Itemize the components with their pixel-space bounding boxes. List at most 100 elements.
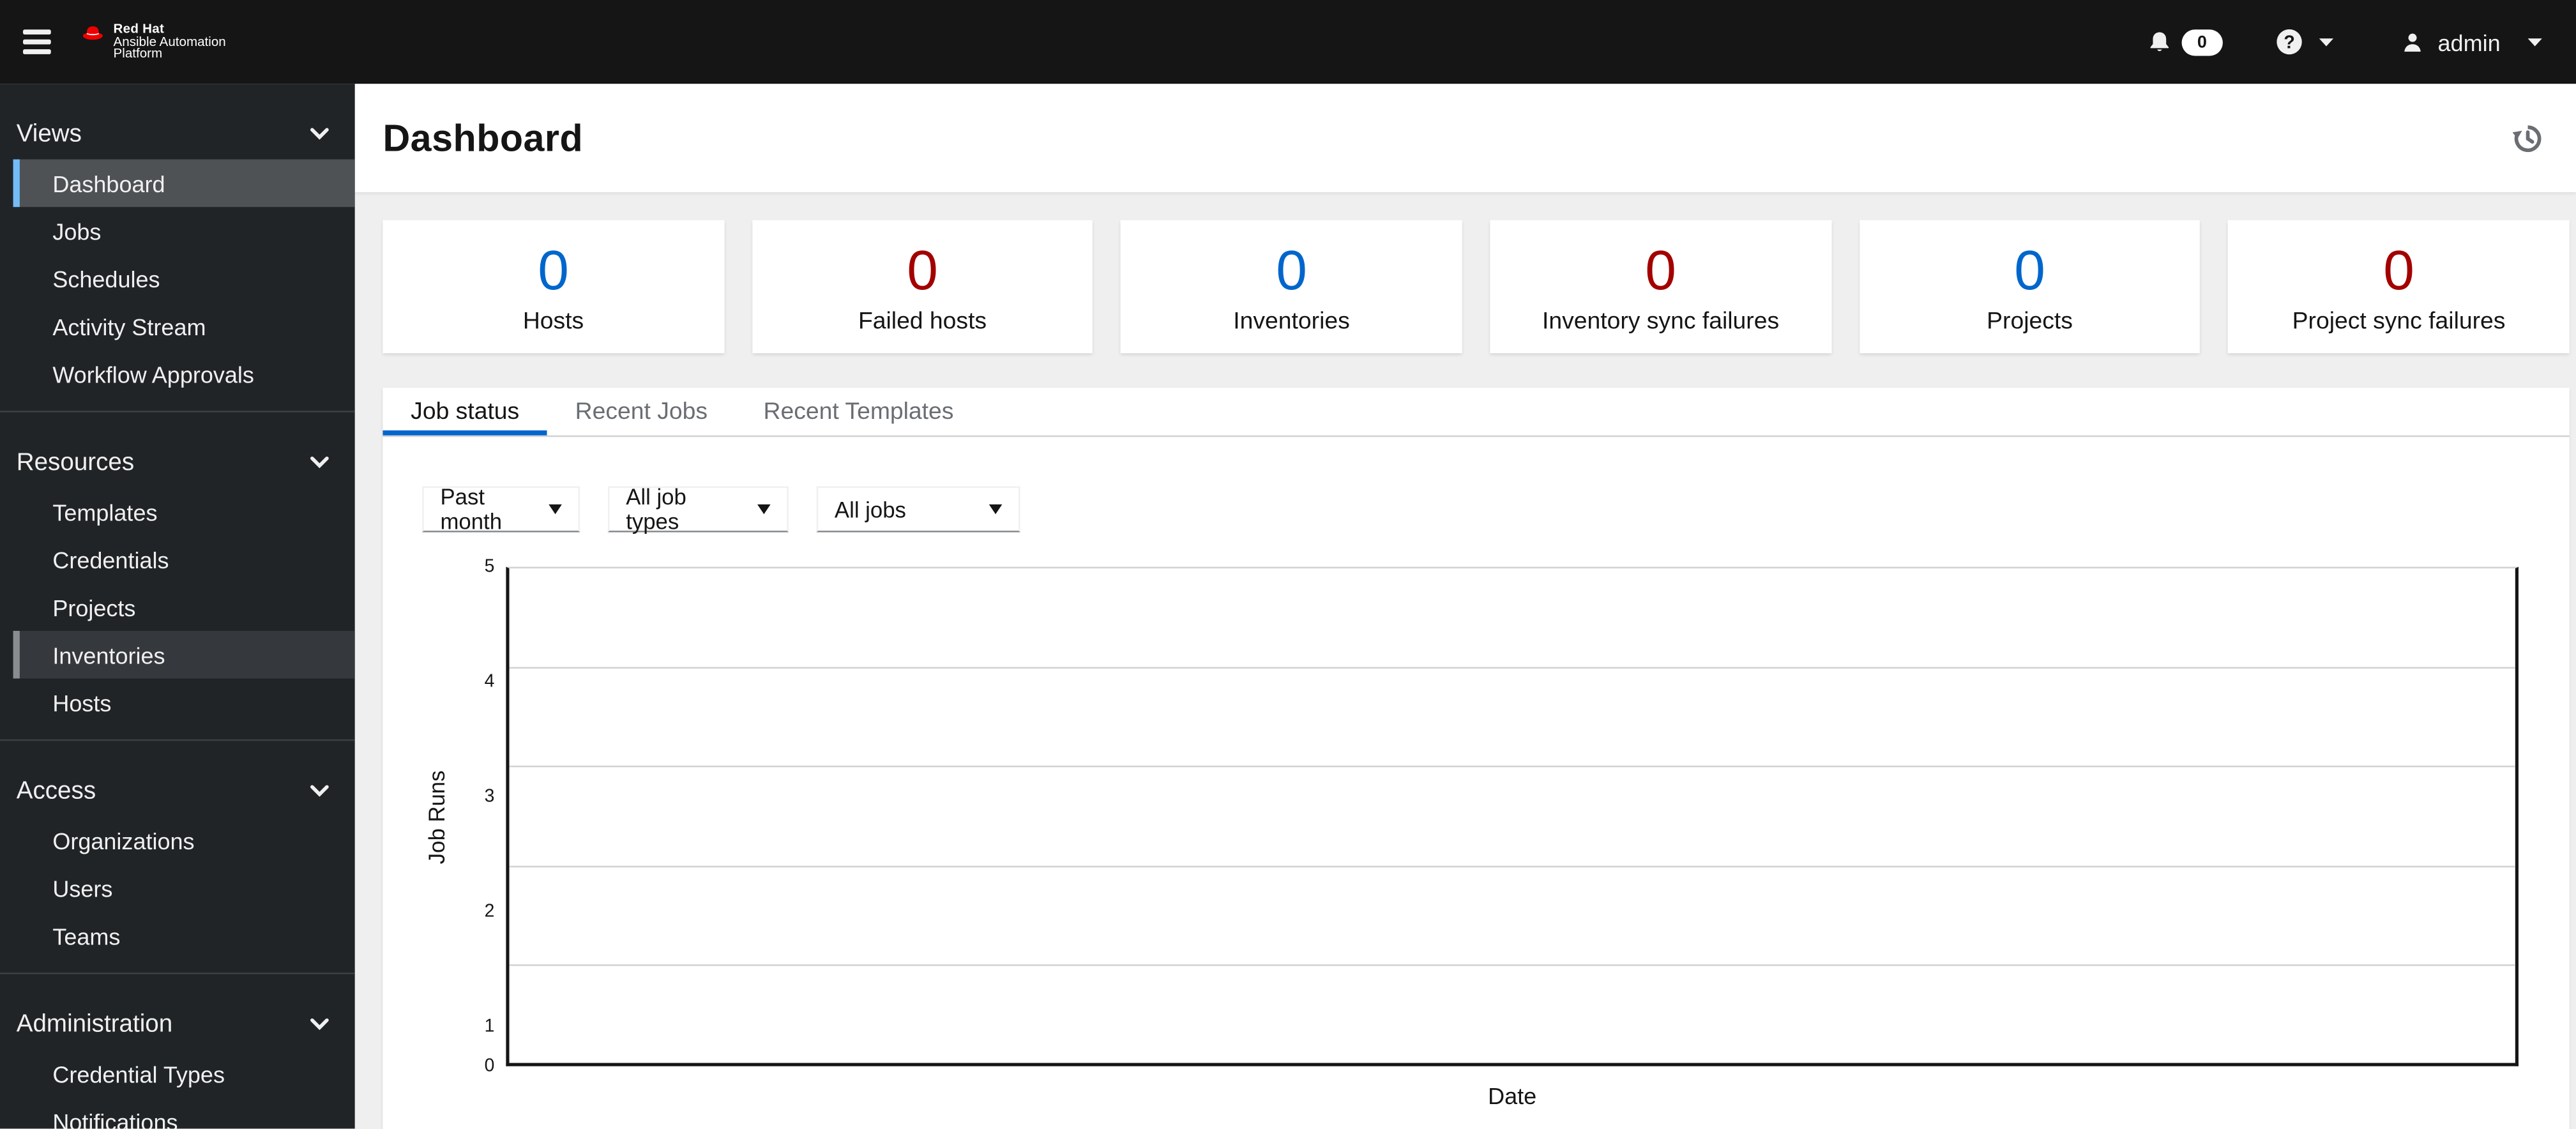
job-status-panel-body: Past month All job types All jobs Job Ru…: [383, 437, 2569, 1129]
gridline: [509, 865, 2515, 867]
stat-card-inventory-sync-failures[interactable]: 0 Inventory sync failures: [1490, 220, 1831, 354]
y-tick-label: 1: [484, 1017, 495, 1037]
nav-section-views-toggle[interactable]: Views: [0, 107, 355, 159]
stat-value[interactable]: 0: [1276, 241, 1307, 301]
sidebar-item-inventories[interactable]: Inventories: [13, 630, 355, 679]
job-runs-chart: Job Runs 5 4 3 2 1 0 Date: [422, 557, 2530, 1129]
app-viewport: Red Hat Ansible Automation Platform 0 ?: [0, 0, 2576, 1129]
sidebar-item-jobs[interactable]: Jobs: [13, 207, 355, 255]
dashboard-graph-panel: Job status Recent Jobs Recent Templates …: [383, 388, 2570, 1129]
stat-label: Inventory sync failures: [1542, 308, 1780, 335]
stat-value[interactable]: 0: [2383, 241, 2414, 301]
page-header: Dashboard: [354, 84, 2576, 193]
nav-toggle-button[interactable]: [3, 12, 69, 72]
y-tick-label: 0: [484, 1056, 495, 1077]
sidebar-item-teams[interactable]: Teams: [13, 912, 355, 960]
period-select[interactable]: Past month: [422, 484, 580, 534]
brand-name: Red Hat: [113, 20, 165, 36]
job-type-select-value: All job types: [626, 484, 686, 534]
stat-label: Project sync failures: [2292, 308, 2506, 335]
sidebar-item-organizations[interactable]: Organizations: [13, 817, 355, 865]
redhat-fedora-icon: [82, 26, 103, 40]
y-tick-label: 3: [484, 787, 495, 807]
sidebar-item-hosts[interactable]: Hosts: [13, 679, 355, 727]
notification-count-badge[interactable]: 0: [2181, 29, 2223, 56]
nav-section-access-toggle[interactable]: Access: [0, 764, 355, 816]
sidebar-item-templates[interactable]: Templates: [13, 488, 355, 536]
nav-section-title: Access: [16, 776, 96, 805]
caret-down-icon: [2527, 38, 2542, 47]
graph-filters: Past month All job types All jobs: [422, 484, 2530, 534]
sidebar-item-users[interactable]: Users: [13, 864, 355, 912]
tab-recent-templates[interactable]: Recent Templates: [736, 388, 981, 436]
stat-card-projects[interactable]: 0 Projects: [1859, 220, 2201, 354]
nav-section-resources: Resources Templates Credentials Projects…: [0, 411, 355, 739]
sidebar-item-workflow-approvals[interactable]: Workflow Approvals: [13, 350, 355, 398]
jobs-select-value: All jobs: [834, 497, 906, 522]
stat-value[interactable]: 0: [907, 241, 938, 301]
stat-card-failed-hosts[interactable]: 0 Failed hosts: [752, 220, 1093, 354]
nav-section-administration-toggle[interactable]: Administration: [0, 997, 355, 1050]
tabs-bar: Job status Recent Jobs Recent Templates: [383, 388, 2570, 437]
masthead-toolbar: 0 ? admin: [2147, 28, 2576, 56]
job-type-select[interactable]: All job types: [607, 484, 789, 534]
nav-section-title: Views: [16, 119, 82, 148]
y-axis-title: Job Runs: [425, 769, 450, 864]
stat-card-inventories[interactable]: 0 Inventories: [1121, 220, 1462, 354]
jobs-select[interactable]: All jobs: [816, 486, 1020, 533]
sidebar-item-dashboard[interactable]: Dashboard: [13, 159, 355, 208]
help-menu-button[interactable]: ?: [2275, 28, 2335, 56]
nav-section-administration: Administration Credential Types Notifica…: [0, 973, 355, 1129]
sidebar-item-schedules[interactable]: Schedules: [13, 255, 355, 303]
svg-text:?: ?: [2284, 32, 2295, 52]
user-menu-button[interactable]: admin: [2400, 29, 2543, 55]
chevron-down-icon: [310, 1017, 329, 1029]
stat-value[interactable]: 0: [1645, 241, 1676, 301]
gridline: [509, 766, 2515, 768]
sidebar-item-activity-stream[interactable]: Activity Stream: [13, 302, 355, 350]
nav-section-access: Access Organizations Users Teams: [0, 739, 355, 973]
history-icon: [2512, 125, 2542, 153]
stat-card-project-sync-failures[interactable]: 0 Project sync failures: [2228, 220, 2570, 354]
stat-value[interactable]: 0: [2014, 241, 2045, 301]
brand-logo[interactable]: Red Hat Ansible Automation Platform: [79, 20, 226, 62]
product-name-line2: Platform: [113, 47, 163, 62]
caret-down-icon: [989, 504, 1003, 515]
stat-label: Projects: [1987, 308, 2073, 335]
x-axis-title: Date: [1488, 1082, 1537, 1109]
y-tick-label: 5: [484, 557, 495, 577]
sidebar-item-credential-types[interactable]: Credential Types: [13, 1050, 355, 1098]
chevron-down-icon: [310, 127, 329, 139]
nav-section-resources-toggle[interactable]: Resources: [0, 436, 355, 488]
sidebar-item-projects[interactable]: Projects: [13, 583, 355, 631]
username-label: admin: [2437, 29, 2501, 56]
user-icon: [2404, 33, 2421, 51]
caret-down-icon: [757, 504, 771, 515]
nav-section-title: Resources: [16, 448, 135, 476]
nav-section-views: Views Dashboard Jobs Schedules Activity …: [0, 84, 355, 411]
sidebar-nav: Views Dashboard Jobs Schedules Activity …: [0, 84, 355, 1129]
caret-down-icon: [549, 504, 562, 515]
chevron-down-icon: [310, 784, 329, 796]
stat-value[interactable]: 0: [538, 241, 569, 301]
notifications-button[interactable]: 0: [2147, 29, 2223, 56]
gridline: [509, 667, 2515, 669]
gridline: [509, 964, 2515, 966]
chevron-down-icon: [310, 455, 329, 467]
stat-label: Failed hosts: [858, 308, 987, 335]
stat-card-hosts[interactable]: 0 Hosts: [383, 220, 724, 354]
activity-history-button[interactable]: [2509, 120, 2545, 156]
sidebar-item-credentials[interactable]: Credentials: [13, 536, 355, 584]
caret-down-icon: [2319, 38, 2333, 47]
tab-job-status[interactable]: Job status: [383, 388, 547, 436]
page-title: Dashboard: [383, 116, 584, 159]
stat-label: Inventories: [1233, 308, 1350, 335]
y-tick-label: 4: [484, 672, 495, 692]
sidebar-item-notifications[interactable]: Notifications: [13, 1098, 355, 1129]
stat-label: Hosts: [522, 308, 584, 335]
tab-recent-jobs[interactable]: Recent Jobs: [547, 388, 736, 436]
period-select-value: Past month: [440, 484, 503, 534]
bell-icon: [2150, 31, 2169, 50]
nav-section-title: Administration: [16, 1009, 173, 1038]
help-icon: ?: [2277, 29, 2302, 55]
